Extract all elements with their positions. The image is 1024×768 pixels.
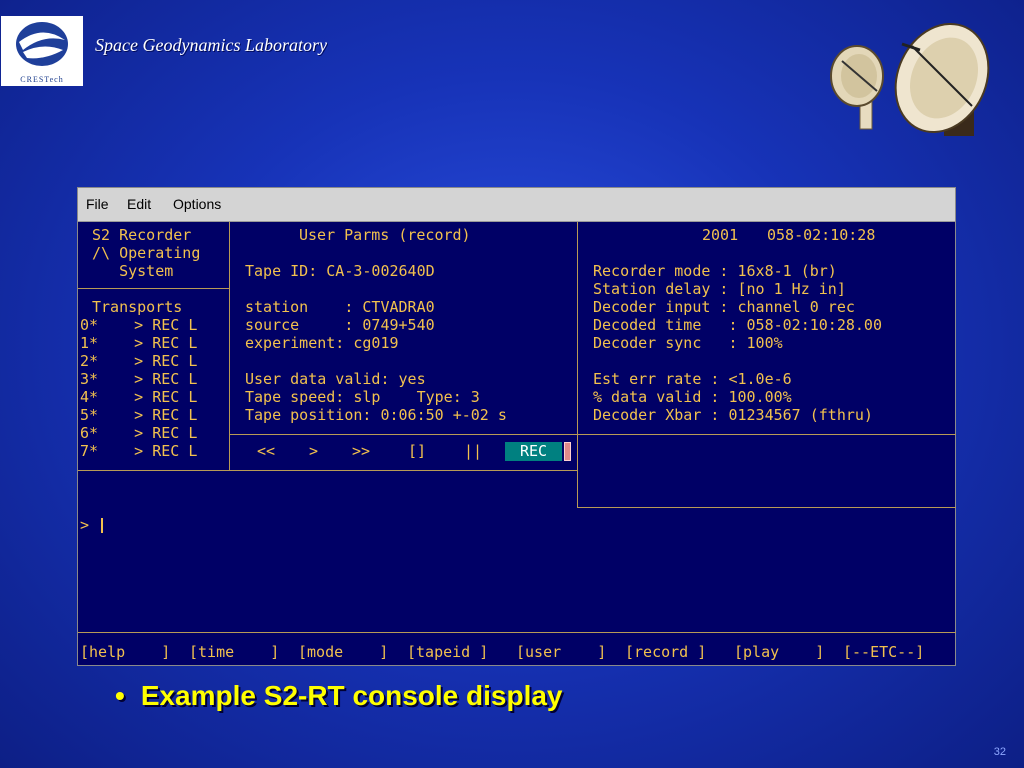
- bullet-dot-icon: •: [115, 680, 125, 711]
- menu-edit[interactable]: Edit: [127, 196, 151, 212]
- transports-title: Transports: [92, 298, 183, 316]
- divider-right: [577, 222, 578, 508]
- bullet-caption: • Example S2-RT console display: [115, 680, 563, 712]
- bullet-text: Example S2-RT console display: [140, 680, 563, 711]
- stop-button[interactable]: []: [408, 442, 426, 460]
- data-valid: % data valid : 100.00%: [593, 388, 792, 406]
- fast-forward-button[interactable]: >>: [352, 442, 370, 460]
- divider-controls: [229, 434, 956, 435]
- operating-label: /\ Operating: [92, 244, 201, 262]
- transport-row-0: 0* > REC L: [80, 316, 198, 334]
- terminal-area: S2 Recorder /\ Operating System Transpor…: [78, 222, 956, 665]
- fkey-etc[interactable]: [--ETC--]: [843, 643, 924, 661]
- divider-status-bottom: [577, 507, 956, 508]
- recorder-mode: Recorder mode : 16x8-1 (br): [593, 262, 837, 280]
- cursor-block: [564, 442, 571, 461]
- play-button[interactable]: >: [309, 442, 318, 460]
- fkey-play[interactable]: [play ]: [734, 643, 824, 661]
- transport-row-5: 5* > REC L: [80, 406, 198, 424]
- transport-row-3: 3* > REC L: [80, 370, 198, 388]
- fkey-record[interactable]: [record ]: [625, 643, 706, 661]
- station-field: station : CTVADRA0: [245, 298, 435, 316]
- transport-row-1: 1* > REC L: [80, 334, 198, 352]
- station-delay: Station delay : [no 1 Hz in]: [593, 280, 846, 298]
- decoder-sync: Decoder sync : 100%: [593, 334, 783, 352]
- transport-row-2: 2* > REC L: [80, 352, 198, 370]
- status-time: 058-02:10:28: [767, 226, 876, 244]
- record-button[interactable]: REC: [505, 442, 562, 461]
- fkey-mode[interactable]: [mode ]: [298, 643, 388, 661]
- fkey-help[interactable]: [help ]: [80, 643, 170, 661]
- divider-command: [78, 470, 577, 471]
- transport-row-4: 4* > REC L: [80, 388, 198, 406]
- fkey-user[interactable]: [user ]: [516, 643, 606, 661]
- source-field: source : 0749+540: [245, 316, 435, 334]
- user-parms-title: User Parms (record): [299, 226, 471, 244]
- pause-button[interactable]: ||: [464, 442, 482, 460]
- user-data-valid: User data valid: yes: [245, 370, 426, 388]
- est-err-rate: Est err rate : <1.0e-6: [593, 370, 792, 388]
- decoder-input: Decoder input : channel 0 rec: [593, 298, 855, 316]
- command-input-cursor[interactable]: [101, 518, 103, 533]
- satellite-dish-icon: [830, 22, 990, 136]
- fkey-tapeid[interactable]: [tapeid ]: [407, 643, 488, 661]
- tape-speed: Tape speed: slp Type: 3: [245, 388, 480, 406]
- s2-console-window: File Edit Options S2 Recorder /\ Operati…: [77, 187, 956, 666]
- status-year: 2001: [702, 226, 739, 244]
- decoded-time: Decoded time : 058-02:10:28.00: [593, 316, 882, 334]
- page-number: 32: [993, 746, 1006, 758]
- divider-left: [229, 222, 230, 470]
- tape-position: Tape position: 0:06:50 +-02 s: [245, 406, 507, 424]
- lab-title: Space Geodynamics Laboratory: [95, 35, 327, 55]
- crestech-logo: CRESTech: [1, 16, 83, 86]
- divider-function-keys: [78, 632, 956, 633]
- command-prompt: >: [80, 516, 90, 534]
- recorder-label: S2 Recorder: [92, 226, 192, 244]
- transport-row-6: 6* > REC L: [80, 424, 198, 442]
- crestech-swoosh-icon: [16, 22, 68, 66]
- menu-file[interactable]: File: [86, 196, 109, 212]
- divider-transports: [78, 288, 229, 289]
- transport-row-7: 7* > REC L: [80, 442, 198, 460]
- fkey-time[interactable]: [time ]: [189, 643, 279, 661]
- menu-bar: File Edit Options: [78, 188, 955, 222]
- rewind-button[interactable]: <<: [257, 442, 275, 460]
- decoder-xbar: Decoder Xbar : 01234567 (fthru): [593, 406, 873, 424]
- tape-id: Tape ID: CA-3-002640D: [245, 262, 435, 280]
- menu-options[interactable]: Options: [173, 196, 221, 212]
- system-label: System: [92, 262, 174, 280]
- logo-text: CRESTech: [20, 75, 64, 84]
- experiment-field: experiment: cg019: [245, 334, 399, 352]
